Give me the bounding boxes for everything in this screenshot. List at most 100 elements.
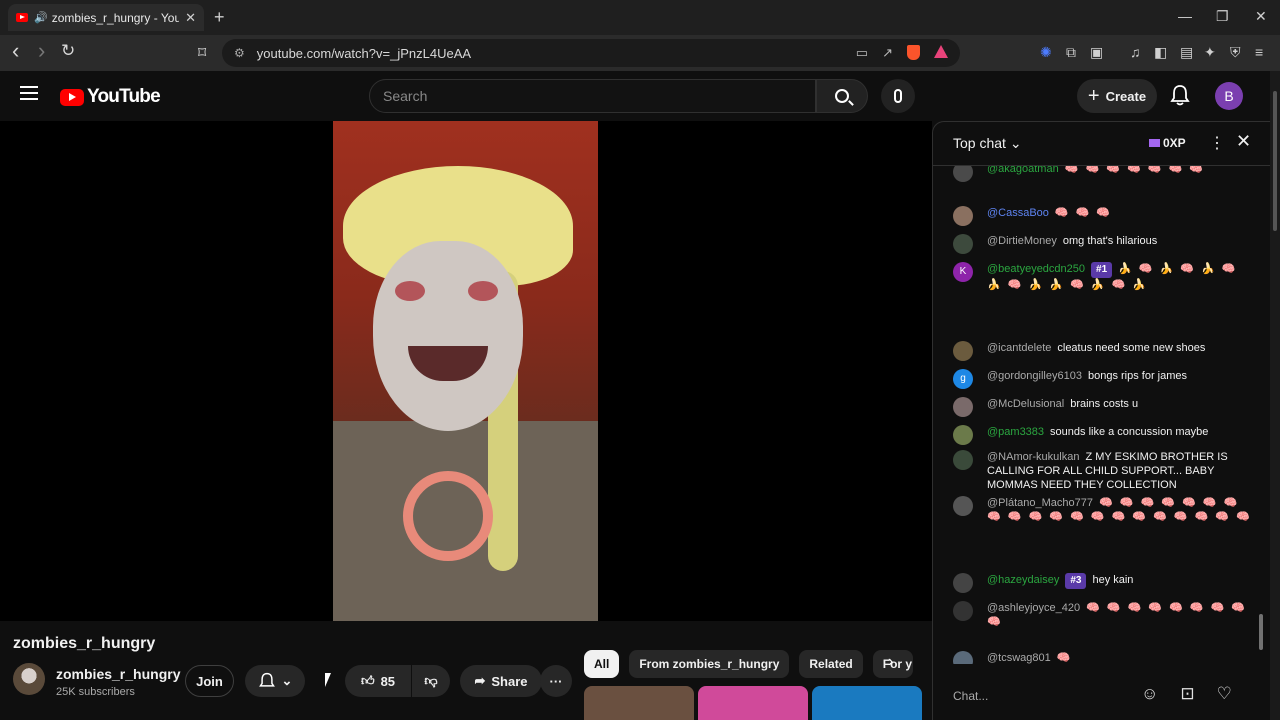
chat-message[interactable]: K @beatyeyedcdn250 #1 🍌 🧠 🍌 🧠 🍌 🧠 🍌 🧠 🍌 🍌 🧠… bbox=[953, 262, 1253, 292]
chip-related[interactable]: Related bbox=[799, 650, 863, 678]
address-bar[interactable]: ⚙ youtube.com/watch?v=_jPnzL4UeAA ▭ ↗ bbox=[222, 39, 960, 67]
chat-author-avatar[interactable]: g bbox=[953, 369, 973, 389]
chat-input[interactable]: Chat... bbox=[953, 681, 1163, 711]
chat-author-avatar[interactable]: K bbox=[953, 262, 973, 282]
chat-scrollbar[interactable] bbox=[1259, 168, 1263, 668]
maximize-icon[interactable]: ❐ bbox=[1216, 8, 1229, 25]
chat-author-avatar[interactable] bbox=[953, 166, 973, 182]
chat-author-avatar[interactable] bbox=[953, 573, 973, 593]
extensions-puzzle-icon[interactable]: ⧉ bbox=[1066, 44, 1076, 61]
recommended-thumbnail[interactable] bbox=[584, 686, 694, 720]
chat-message[interactable]: @Plátano_Macho777 🧠 🧠 🧠 🧠 🧠 🧠 🧠 🧠 🧠 🧠 🧠 🧠… bbox=[953, 496, 1253, 524]
tab-close-icon[interactable]: ✕ bbox=[185, 10, 196, 26]
search-input[interactable]: Search bbox=[369, 79, 816, 113]
chat-message[interactable]: @tcswag801 🧠 bbox=[953, 651, 1253, 664]
subscription-bell-button[interactable]: ⌄ bbox=[245, 665, 305, 697]
brave-shields-icon[interactable] bbox=[907, 45, 920, 60]
minimize-icon[interactable]: — bbox=[1178, 8, 1192, 24]
chat-message[interactable]: @akagoatman 🧠 🧠 🧠 🧠 🧠 🧠 🧠 bbox=[953, 166, 1253, 182]
chips-next-icon[interactable]: › bbox=[888, 653, 893, 671]
chat-author-name[interactable]: @gordongilley6103 bbox=[987, 370, 1082, 382]
share-button[interactable]: ➦ Share bbox=[460, 665, 542, 697]
chat-author-avatar[interactable] bbox=[953, 206, 973, 226]
chat-author-avatar[interactable] bbox=[953, 601, 973, 621]
chat-author-name[interactable]: @NAmor-kukulkan bbox=[987, 451, 1079, 463]
chat-author-avatar[interactable] bbox=[953, 341, 973, 361]
chat-message[interactable]: g @gordongilley6103 bongs rips for james bbox=[953, 369, 1253, 389]
channel-avatar[interactable] bbox=[13, 663, 45, 695]
chat-message[interactable]: @NAmor-kukulkan Z MY ESKIMO BROTHER IS CA… bbox=[953, 450, 1253, 492]
site-info-icon[interactable]: ⚙ bbox=[234, 46, 245, 60]
chat-message[interactable]: @pam3383 sounds like a concussion maybe bbox=[953, 425, 1253, 445]
chat-mode-dropdown[interactable]: Top chat ⌄ bbox=[953, 135, 1022, 152]
dislike-button[interactable]: 👎︎ bbox=[412, 665, 450, 697]
extension-blue-icon[interactable]: ✺ bbox=[1040, 44, 1052, 61]
chat-author-name[interactable]: @McDelusional bbox=[987, 398, 1064, 410]
bookmark-icon[interactable]: ⌑ bbox=[198, 43, 206, 63]
page-scrollbar-thumb[interactable] bbox=[1273, 91, 1277, 231]
chat-author-name[interactable]: @DirtieMoney bbox=[987, 235, 1057, 247]
join-button[interactable]: Join bbox=[185, 665, 234, 697]
forward-icon[interactable]: › bbox=[38, 38, 45, 64]
video-frame[interactable] bbox=[333, 121, 598, 621]
chat-author-name[interactable]: @tcswag801 bbox=[987, 652, 1051, 664]
browser-tab[interactable]: 🔊 zombies_r_hungry - YouTube ✕ bbox=[8, 4, 204, 31]
chat-author-name[interactable]: @CassaBoo bbox=[987, 207, 1049, 219]
chat-author-avatar[interactable] bbox=[953, 496, 973, 516]
chat-author-name[interactable]: @Plátano_Macho777 bbox=[987, 497, 1093, 509]
chat-author-name[interactable]: @icantdelete bbox=[987, 342, 1051, 354]
youtube-logo[interactable]: YouTube bbox=[60, 86, 161, 108]
chat-scrollbar-thumb[interactable] bbox=[1259, 614, 1263, 650]
sidebar-icon[interactable]: ◧ bbox=[1154, 44, 1167, 61]
chat-message[interactable]: @icantdelete cleatus need some new shoes bbox=[953, 341, 1253, 361]
emoji-icon[interactable]: ☺ bbox=[1141, 684, 1158, 704]
chat-author-name[interactable]: @ashleyjoyce_420 bbox=[987, 602, 1080, 614]
chat-author-name[interactable]: @pam3383 bbox=[987, 426, 1044, 438]
back-icon[interactable]: ‹ bbox=[12, 38, 19, 64]
chip-all[interactable]: All bbox=[584, 650, 620, 678]
chat-author-avatar[interactable] bbox=[953, 397, 973, 417]
chat-author-name[interactable]: @akagoatman bbox=[987, 166, 1059, 175]
chat-author-name[interactable]: @hazeydaisey bbox=[987, 574, 1059, 586]
chat-message[interactable]: @CassaBoo 🧠 🧠 🧠 bbox=[953, 206, 1253, 226]
leo-ai-icon[interactable]: ✦ bbox=[1204, 44, 1216, 61]
account-avatar[interactable]: B bbox=[1215, 82, 1243, 110]
chat-author-avatar[interactable] bbox=[953, 234, 973, 254]
create-button[interactable]: + Create bbox=[1077, 79, 1157, 113]
share-page-icon[interactable]: ↗ bbox=[882, 45, 893, 61]
new-tab-button[interactable]: + bbox=[214, 7, 225, 28]
heart-icon[interactable]: ♡ bbox=[1217, 684, 1232, 704]
chat-message[interactable]: @ashleyjoyce_420 🧠 🧠 🧠 🧠 🧠 🧠 🧠 🧠 🧠 bbox=[953, 601, 1253, 629]
screenshot-icon[interactable]: ▣ bbox=[1090, 44, 1103, 61]
hamburger-menu-icon[interactable] bbox=[20, 86, 38, 100]
chat-author-avatar[interactable] bbox=[953, 450, 973, 470]
audio-playing-icon[interactable]: 🔊 bbox=[34, 11, 48, 24]
channel-name[interactable]: zombies_r_hungry bbox=[56, 666, 180, 682]
video-player[interactable] bbox=[0, 121, 932, 621]
vpn-icon[interactable]: ⛨ bbox=[1230, 44, 1241, 61]
page-scrollbar[interactable] bbox=[1270, 71, 1280, 720]
voice-search-button[interactable] bbox=[881, 79, 915, 113]
chip-from-channel[interactable]: From zombies_r_hungry bbox=[629, 650, 790, 678]
chat-message[interactable]: @hazeydaisey #3 hey kain bbox=[953, 573, 1253, 593]
chat-author-name[interactable]: @beatyeyedcdn250 bbox=[987, 263, 1085, 275]
notifications-bell-icon[interactable] bbox=[1170, 84, 1190, 106]
super-chat-icon[interactable]: ⊡ bbox=[1180, 684, 1194, 704]
media-control-icon[interactable]: ♫ bbox=[1130, 44, 1141, 60]
xp-badge[interactable]: 0XP bbox=[1149, 136, 1186, 150]
like-button[interactable]: 👍︎ 85 bbox=[345, 665, 411, 697]
wallet-icon[interactable]: ▤ bbox=[1180, 44, 1193, 61]
cast-icon[interactable]: ▭ bbox=[856, 45, 868, 61]
chat-author-avatar[interactable] bbox=[953, 651, 973, 664]
chat-message[interactable]: @McDelusional brains costs u bbox=[953, 397, 1253, 417]
chat-message[interactable]: @DirtieMoney omg that's hilarious bbox=[953, 234, 1253, 254]
window-close-icon[interactable]: ✕ bbox=[1255, 8, 1267, 25]
chat-options-icon[interactable]: ⋮ bbox=[1209, 133, 1225, 153]
recommended-thumbnail[interactable] bbox=[698, 686, 808, 720]
browser-menu-icon[interactable]: ≡ bbox=[1255, 44, 1263, 60]
chat-close-icon[interactable]: ✕ bbox=[1236, 131, 1251, 152]
recommended-thumbnail[interactable] bbox=[812, 686, 922, 720]
search-button[interactable] bbox=[816, 79, 868, 113]
chat-author-avatar[interactable] bbox=[953, 425, 973, 445]
more-actions-button[interactable]: ··· bbox=[540, 665, 572, 697]
